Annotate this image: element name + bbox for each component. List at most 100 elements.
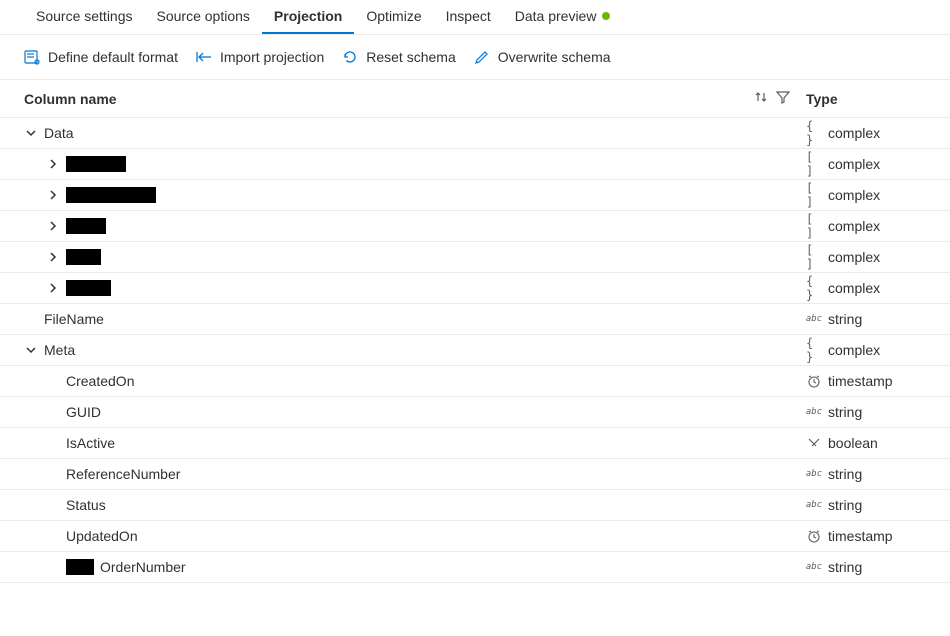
chevron-down-icon[interactable] [24, 128, 38, 138]
type-label: complex [828, 156, 880, 172]
row-type-cell: abc string [806, 311, 926, 327]
column-name: Data [44, 125, 74, 141]
type-label: string [828, 311, 862, 327]
tabs-bar: Source settings Source options Projection O… [0, 0, 950, 35]
tab-optimize[interactable]: Optimize [354, 0, 433, 34]
row-name-cell [24, 156, 806, 172]
row-type-cell: abcstring [806, 559, 926, 575]
table-row[interactable]: { }complex [0, 273, 950, 304]
redacted-text [66, 249, 101, 265]
tab-source-settings[interactable]: Source settings [24, 0, 145, 34]
table-row[interactable]: CreatedOn timestamp [0, 366, 950, 397]
row-name-cell: Status [24, 497, 806, 513]
status-dot-icon [602, 12, 610, 20]
row-type-cell: { }complex [806, 125, 926, 141]
type-complex-icon: { } [806, 343, 822, 357]
row-name-cell: Meta [24, 342, 806, 358]
redacted-text [66, 280, 111, 296]
column-name: Meta [44, 342, 75, 358]
type-label: string [828, 404, 862, 420]
type-label: boolean [828, 435, 878, 451]
row-name-cell: OrderNumber [24, 559, 806, 575]
row-type-cell: abcstring [806, 466, 926, 482]
overwrite-schema-button[interactable]: Overwrite schema [474, 49, 611, 65]
table-row[interactable]: IsActive boolean [0, 428, 950, 459]
type-label: timestamp [828, 528, 893, 544]
column-name: CreatedOn [66, 373, 134, 389]
row-name-cell: ReferenceNumber [24, 466, 806, 482]
toolbar: Define default format Import projection … [0, 35, 950, 80]
tab-data-preview[interactable]: Data preview [503, 0, 623, 34]
row-type-cell: [ ]complex [806, 156, 926, 172]
chevron-right-icon[interactable] [46, 159, 60, 169]
tab-source-options[interactable]: Source options [145, 0, 262, 34]
table-row[interactable]: Status abcstring [0, 490, 950, 521]
type-boolean-icon [806, 436, 822, 450]
type-label: timestamp [828, 373, 893, 389]
tab-label: Projection [274, 8, 342, 24]
row-type-cell: { }complex [806, 280, 926, 296]
type-complex-icon: [ ] [806, 219, 822, 233]
tab-label: Inspect [446, 8, 491, 24]
table-row[interactable]: GUID abc string [0, 397, 950, 428]
table-row[interactable]: [ ] complex [0, 180, 950, 211]
table-row[interactable]: [ ]complex [0, 149, 950, 180]
type-label: complex [828, 187, 880, 203]
type-string-icon: abc [806, 312, 822, 326]
edit-icon [474, 49, 490, 65]
table-row[interactable]: Data { }complex [0, 118, 950, 149]
row-type-cell: abcstring [806, 497, 926, 513]
reset-schema-button[interactable]: Reset schema [342, 49, 455, 65]
row-type-cell: { }complex [806, 342, 926, 358]
define-default-format-button[interactable]: Define default format [24, 49, 178, 65]
chevron-right-icon[interactable] [46, 283, 60, 293]
table-row[interactable]: [ ] complex [0, 242, 950, 273]
row-name-cell [24, 280, 806, 296]
chevron-right-icon[interactable] [46, 252, 60, 262]
type-complex-icon: [ ] [806, 250, 822, 264]
row-type-cell: [ ] complex [806, 249, 926, 265]
column-name: Status [66, 497, 106, 513]
table-row[interactable]: Meta { }complex [0, 335, 950, 366]
type-label: complex [828, 218, 880, 234]
chevron-right-icon[interactable] [46, 190, 60, 200]
column-name: GUID [66, 404, 101, 420]
table-row[interactable]: [ ] complex [0, 211, 950, 242]
tab-label: Data preview [515, 8, 597, 24]
chevron-down-icon[interactable] [24, 345, 38, 355]
table-header: Column name Type [0, 80, 950, 118]
type-timestamp-icon [806, 374, 822, 388]
row-name-cell [24, 187, 806, 203]
column-name-header: Column name [24, 91, 754, 107]
filter-icon[interactable] [776, 90, 790, 107]
type-string-icon: abc [806, 498, 822, 512]
table-row[interactable]: UpdatedOntimestamp [0, 521, 950, 552]
chevron-right-icon[interactable] [46, 221, 60, 231]
row-type-cell: abc string [806, 404, 926, 420]
type-label: string [828, 559, 862, 575]
table-row[interactable]: ReferenceNumberabcstring [0, 459, 950, 490]
tab-inspect[interactable]: Inspect [434, 0, 503, 34]
column-name: FileName [44, 311, 104, 327]
row-type-cell: [ ] complex [806, 187, 926, 203]
redacted-text [66, 187, 156, 203]
type-complex-icon: [ ] [806, 188, 822, 202]
table-row[interactable]: OrderNumberabcstring [0, 552, 950, 583]
import-icon [196, 49, 212, 65]
row-name-cell: IsActive [24, 435, 806, 451]
type-label: complex [828, 249, 880, 265]
sort-icon[interactable] [754, 90, 768, 107]
type-complex-icon: { } [806, 126, 822, 140]
type-complex-icon: { } [806, 281, 822, 295]
schema-rows: Data{ }complex[ ]complex[ ]complex[ ]com… [0, 118, 950, 583]
table-row[interactable]: FileName abc string [0, 304, 950, 335]
form-icon [24, 49, 40, 65]
tab-projection[interactable]: Projection [262, 0, 354, 34]
import-projection-button[interactable]: Import projection [196, 49, 324, 65]
reset-icon [342, 49, 358, 65]
tab-label: Source options [157, 8, 250, 24]
type-string-icon: abc [806, 405, 822, 419]
row-name-cell: Data [24, 125, 806, 141]
row-type-cell: timestamp [806, 373, 926, 389]
type-string-icon: abc [806, 467, 822, 481]
